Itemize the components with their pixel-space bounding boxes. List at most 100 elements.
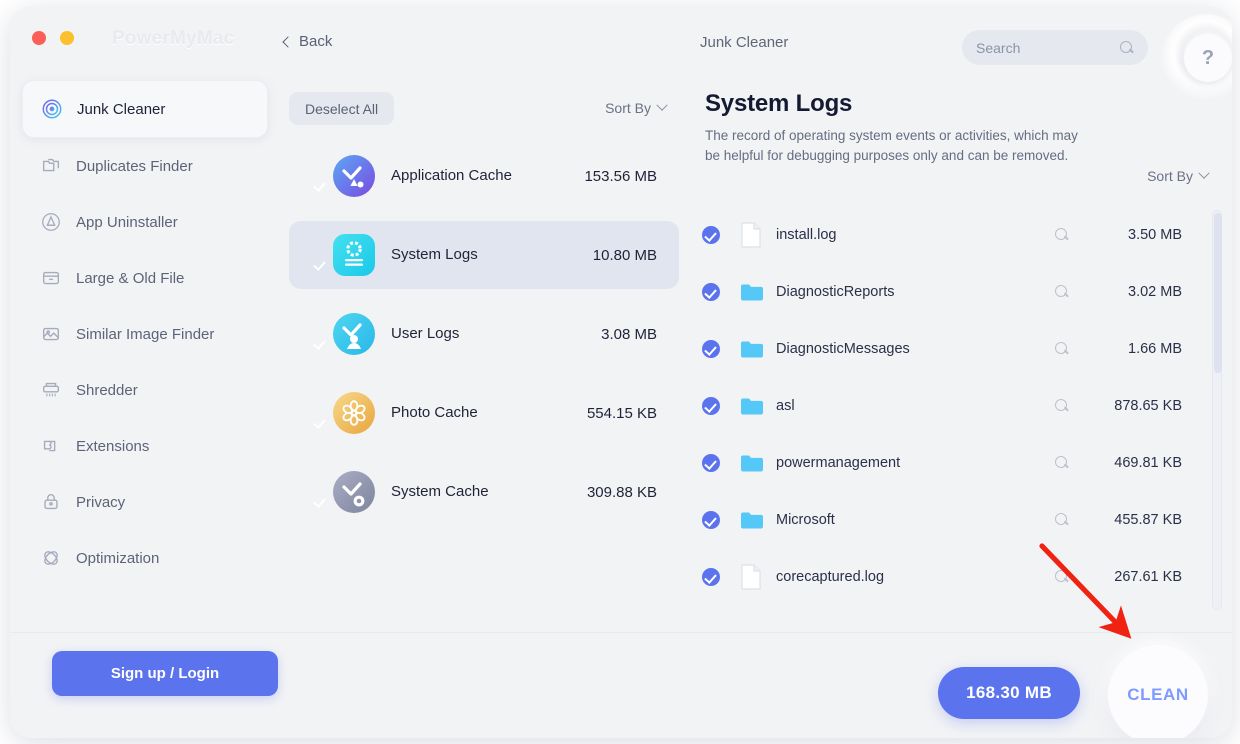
section-title: Junk Cleaner bbox=[700, 34, 789, 51]
system-cache-icon bbox=[333, 471, 375, 513]
preview-icon[interactable] bbox=[1055, 456, 1068, 469]
app-cache-icon bbox=[333, 155, 375, 197]
user-logs-icon bbox=[333, 313, 375, 355]
file-size: 878.65 KB bbox=[1114, 397, 1182, 414]
category-name: System Cache bbox=[391, 482, 489, 500]
preview-icon[interactable] bbox=[1055, 285, 1068, 298]
close-button[interactable] bbox=[32, 31, 46, 45]
help-button[interactable]: ? bbox=[1184, 34, 1232, 82]
folder-icon bbox=[740, 336, 763, 362]
sidebar-item-label: Privacy bbox=[76, 493, 126, 511]
sidebar: Junk Cleaner Duplicates Finder App Unins… bbox=[10, 80, 280, 632]
atom-icon bbox=[40, 547, 62, 569]
file-checkbox[interactable] bbox=[702, 453, 720, 472]
preview-icon[interactable] bbox=[1055, 342, 1068, 355]
file-list-scrollbar[interactable] bbox=[1212, 210, 1222, 610]
folder-icon bbox=[740, 450, 763, 476]
back-button[interactable]: Back bbox=[282, 33, 333, 50]
search-input[interactable]: Search bbox=[962, 30, 1148, 65]
sidebar-item-large-old-file[interactable]: Large & Old File bbox=[22, 250, 268, 306]
sidebar-item-similar-image-finder[interactable]: Similar Image Finder bbox=[22, 306, 268, 362]
file-checkbox[interactable] bbox=[702, 282, 720, 301]
sidebar-item-label: Shredder bbox=[76, 381, 138, 399]
file-name: corecaptured.log bbox=[776, 568, 885, 585]
middle-sort-by-dropdown[interactable]: Sort By bbox=[605, 99, 668, 116]
file-document-icon bbox=[740, 221, 762, 248]
category-row-application-cache[interactable]: Application Cache 153.56 MB bbox=[289, 142, 679, 210]
file-list: install.log 3.50 MB DiagnosticReports 3.… bbox=[688, 206, 1232, 616]
file-name: Microsoft bbox=[776, 511, 835, 528]
preview-icon[interactable] bbox=[1055, 570, 1068, 583]
deselect-all-button[interactable]: Deselect All bbox=[289, 92, 395, 125]
signup-login-button[interactable]: Sign up / Login bbox=[52, 651, 278, 696]
file-checkbox[interactable] bbox=[702, 225, 720, 244]
sidebar-item-duplicates-finder[interactable]: Duplicates Finder bbox=[22, 138, 268, 194]
bottom-bar: Sign up / Login 168.30 MB CLEAN bbox=[10, 632, 1232, 738]
folder-icon bbox=[740, 507, 763, 533]
file-document-icon bbox=[740, 563, 762, 590]
category-name: Application Cache bbox=[391, 166, 512, 184]
file-row[interactable]: install.log 3.50 MB bbox=[702, 206, 1218, 263]
file-name: powermanagement bbox=[776, 454, 901, 471]
sidebar-item-label: Extensions bbox=[76, 437, 150, 455]
photo-icon bbox=[40, 323, 62, 345]
category-size: 153.56 MB bbox=[584, 167, 657, 185]
sidebar-item-junk-cleaner[interactable]: Junk Cleaner bbox=[22, 80, 268, 138]
file-row[interactable]: DiagnosticReports 3.02 MB bbox=[702, 263, 1218, 320]
title-bar: PowerMyMac Back Junk Cleaner Search ? bbox=[10, 6, 1232, 102]
sort-by-label: Sort By bbox=[1147, 168, 1193, 184]
folder-icon bbox=[740, 393, 763, 419]
back-label: Back bbox=[299, 33, 333, 50]
clean-button[interactable]: CLEAN bbox=[1108, 645, 1208, 738]
file-row[interactable]: DiagnosticMessages 1.66 MB bbox=[702, 320, 1218, 377]
preview-icon[interactable] bbox=[1055, 228, 1068, 241]
scrollbar-thumb[interactable] bbox=[1214, 213, 1222, 373]
file-row[interactable]: powermanagement 469.81 KB bbox=[702, 434, 1218, 491]
file-size: 3.50 MB bbox=[1128, 226, 1182, 243]
sort-by-label: Sort By bbox=[605, 100, 651, 116]
chevron-left-icon bbox=[282, 35, 294, 48]
preview-icon[interactable] bbox=[1055, 399, 1068, 412]
category-row-system-logs[interactable]: System Logs 10.80 MB bbox=[289, 221, 679, 289]
file-row[interactable]: Microsoft 455.87 KB bbox=[702, 491, 1218, 548]
file-checkbox[interactable] bbox=[702, 339, 720, 358]
file-size: 455.87 KB bbox=[1114, 511, 1182, 528]
file-name: DiagnosticMessages bbox=[776, 340, 910, 357]
sidebar-item-optimization[interactable]: Optimization bbox=[22, 530, 268, 586]
sidebar-item-app-uninstaller[interactable]: App Uninstaller bbox=[22, 194, 268, 250]
clean-button-glow: CLEAN bbox=[1094, 633, 1222, 738]
file-checkbox[interactable] bbox=[702, 567, 720, 586]
detail-sort-by-dropdown[interactable]: Sort By bbox=[1147, 167, 1210, 184]
puzzle-icon bbox=[40, 435, 62, 457]
sidebar-item-label: Large & Old File bbox=[76, 269, 185, 287]
file-size: 267.61 KB bbox=[1114, 568, 1182, 585]
category-row-photo-cache[interactable]: Photo Cache 554.15 KB bbox=[289, 379, 679, 447]
file-checkbox[interactable] bbox=[702, 396, 720, 415]
sidebar-item-label: Duplicates Finder bbox=[76, 157, 193, 175]
preview-icon[interactable] bbox=[1055, 513, 1068, 526]
file-row[interactable]: asl 878.65 KB bbox=[702, 377, 1218, 434]
app-title: PowerMyMac bbox=[112, 28, 235, 49]
category-name: System Logs bbox=[391, 245, 478, 263]
sidebar-item-label: Similar Image Finder bbox=[76, 325, 215, 343]
sidebar-item-extensions[interactable]: Extensions bbox=[22, 418, 268, 474]
category-row-system-cache[interactable]: System Cache 309.88 KB bbox=[289, 458, 679, 526]
detail-panel: System Logs The record of operating syst… bbox=[688, 80, 1232, 632]
sidebar-item-label: App Uninstaller bbox=[76, 213, 178, 231]
target-icon bbox=[41, 98, 63, 120]
file-row[interactable]: corecaptured.log 267.61 KB bbox=[702, 548, 1218, 605]
sidebar-item-shredder[interactable]: Shredder bbox=[22, 362, 268, 418]
system-logs-icon bbox=[333, 234, 375, 276]
sidebar-item-privacy[interactable]: Privacy bbox=[22, 474, 268, 530]
shredder-icon bbox=[40, 379, 62, 401]
window-controls bbox=[32, 31, 74, 45]
file-checkbox[interactable] bbox=[702, 510, 720, 529]
file-size: 469.81 KB bbox=[1114, 454, 1182, 471]
chevron-down-icon bbox=[656, 99, 668, 111]
total-size-badge: 168.30 MB bbox=[938, 667, 1080, 719]
folder-icon bbox=[740, 279, 763, 305]
sidebar-item-label: Optimization bbox=[76, 549, 160, 567]
minimize-button[interactable] bbox=[60, 31, 74, 45]
category-row-user-logs[interactable]: User Logs 3.08 MB bbox=[289, 300, 679, 368]
search-icon bbox=[1120, 40, 1134, 55]
